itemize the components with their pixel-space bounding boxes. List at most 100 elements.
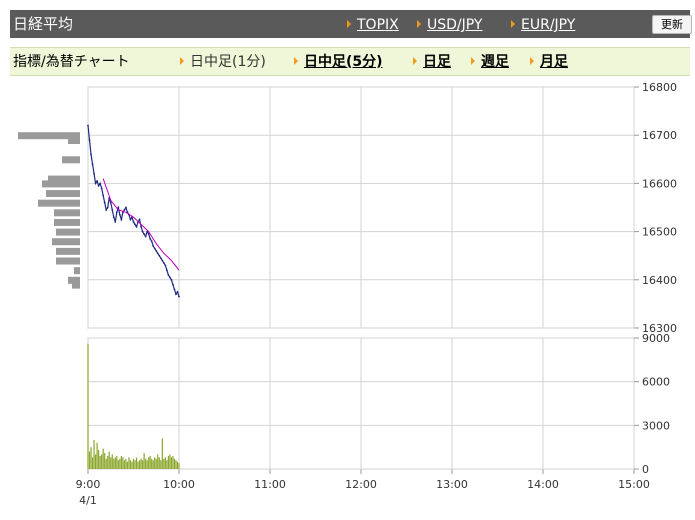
volume-bar — [155, 458, 157, 469]
volume-bar — [94, 454, 97, 469]
volume-bar — [151, 458, 153, 469]
price-point — [156, 252, 159, 255]
volume-bar — [90, 447, 92, 469]
price-point — [105, 209, 108, 211]
volume-bar — [137, 461, 139, 469]
volume-bar — [170, 457, 173, 469]
price-point — [164, 264, 167, 267]
volume-profile-bar — [56, 257, 80, 265]
price-point — [123, 209, 126, 211]
price-point — [94, 182, 97, 185]
link-label: EUR/JPY — [521, 17, 576, 33]
x-tick-label: 13:00 — [436, 478, 468, 491]
triangle-bullet-icon — [511, 20, 515, 28]
tab-monthly[interactable]: 月足 — [530, 52, 568, 72]
volume-bar — [152, 460, 154, 469]
volume-bar — [178, 463, 180, 469]
tab-intraday-5min[interactable]: 日中足(5分) — [294, 52, 383, 72]
volume-bar — [132, 458, 135, 469]
price-tick-label: 16600 — [642, 177, 677, 190]
link-eur-jpy[interactable]: EUR/JPY — [511, 15, 575, 35]
volume-bar — [148, 457, 150, 469]
price-point — [155, 249, 158, 252]
volume-bar — [169, 454, 171, 469]
volume-bar — [113, 458, 115, 469]
price-point — [176, 290, 179, 293]
price-point — [118, 213, 121, 216]
price-point — [106, 206, 109, 209]
nikkei-intraday-chart: 9:00 10:00 11:00 12:00 13:00 14:00 15:00 4/1 168… — [18, 81, 677, 507]
price-tick-label: 16500 — [642, 226, 677, 239]
tab-daily[interactable]: 日足 — [413, 52, 451, 72]
price-point — [117, 206, 120, 209]
volume-profile-bar — [46, 190, 80, 198]
volume-bar — [149, 455, 151, 469]
price-grid — [87, 86, 639, 329]
volume-bar — [160, 460, 162, 469]
volume-bar — [88, 451, 91, 469]
price-point — [90, 153, 92, 156]
volume-bar — [126, 461, 129, 469]
tab-label: 日足 — [423, 54, 451, 70]
price-point — [169, 276, 171, 279]
price-tick-label: 16800 — [642, 81, 677, 94]
price-point — [111, 209, 114, 211]
volume-bar — [99, 455, 101, 469]
chart-title: 日経平均 — [13, 15, 74, 33]
volume-bar — [98, 450, 100, 469]
volume-bar — [161, 438, 163, 469]
price-point — [175, 293, 177, 296]
link-label: USD/JPY — [427, 17, 483, 33]
volume-bar — [164, 457, 166, 469]
price-point — [132, 221, 135, 223]
price-point — [173, 288, 176, 291]
price-point — [141, 230, 144, 233]
price-tick-label: 16400 — [642, 274, 677, 287]
price-point — [135, 225, 138, 228]
tab-label: 日中足(1分) — [190, 54, 266, 70]
triangle-bullet-icon — [347, 20, 351, 28]
volume-bar — [157, 454, 159, 469]
volume-profile-bar — [54, 218, 80, 226]
chart-type-tabs: 指標/為替チャート 日中足(1分) 日中足(5分) 日足 週足 月足 — [10, 47, 690, 76]
volume-bar — [163, 458, 165, 469]
price-point — [138, 218, 141, 221]
link-topix[interactable]: TOPIX — [347, 15, 399, 35]
volume-bar — [87, 343, 89, 469]
volume-bar — [114, 457, 116, 469]
refresh-button[interactable]: 更新 — [652, 15, 692, 34]
price-point — [152, 245, 155, 247]
price-point — [153, 247, 156, 250]
x-tick-label: 12:00 — [345, 478, 377, 491]
price-point — [115, 211, 118, 214]
volume-bar — [146, 460, 148, 469]
price-point — [144, 235, 147, 238]
triangle-bullet-icon — [471, 57, 475, 65]
volume-bar — [116, 455, 118, 469]
tab-weekly[interactable]: 週足 — [471, 52, 509, 72]
volume-bar — [131, 461, 133, 469]
price-point — [143, 233, 146, 235]
tab-label: 日中足(5分) — [304, 54, 383, 70]
volume-bar — [158, 457, 160, 469]
tab-label: 月足 — [540, 54, 568, 70]
volume-grid — [87, 337, 639, 474]
volume-bar — [138, 460, 141, 469]
volume-bar — [101, 454, 103, 469]
price-point — [112, 216, 115, 219]
volume-bar — [120, 455, 122, 469]
volume-bar — [108, 451, 110, 469]
volume-bar — [142, 460, 144, 469]
price-point — [109, 201, 112, 204]
tabs-label: 指標/為替チャート — [13, 54, 130, 70]
volume-bar — [117, 460, 119, 469]
volume-bar — [128, 457, 130, 469]
link-usd-jpy[interactable]: USD/JPY — [417, 15, 482, 35]
triangle-bullet-icon — [417, 20, 421, 28]
triangle-bullet-icon — [294, 57, 298, 65]
volume-bar — [134, 460, 136, 469]
volume-bar — [122, 457, 124, 469]
link-label: TOPIX — [357, 17, 399, 33]
price-point — [134, 223, 136, 226]
volume-bar — [176, 461, 179, 469]
